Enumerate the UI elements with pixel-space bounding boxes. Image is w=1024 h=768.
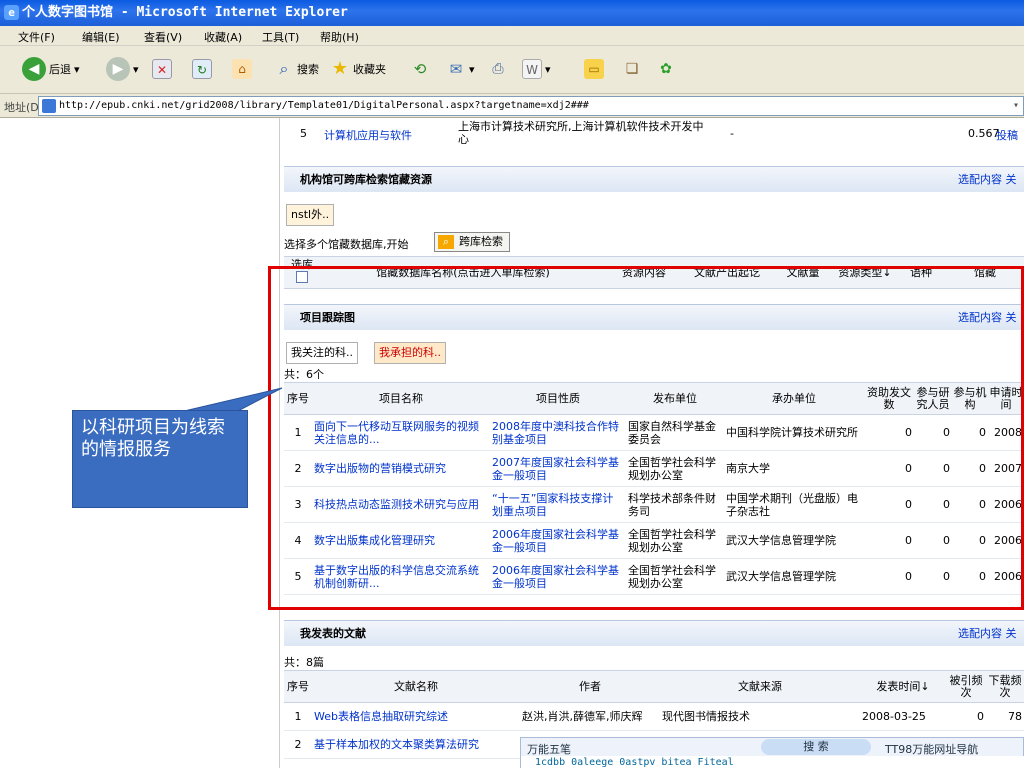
ime-nav-link[interactable]: TT98万能网址导航 [885,741,978,757]
ime-search-button[interactable]: 搜 索 [761,739,871,755]
ime-name: 万能五笔 [527,743,571,756]
callout-annotation: 以科研项目为线索的情报服务 [72,410,248,508]
ime-toolbar: 万能五笔 搜 索 TT98万能网址导航 1cdbb 0aleege 0astpv… [520,737,1024,768]
callout-pointer [179,387,283,413]
ime-candidates: 1cdbb 0aleege 0astpv bitea Fiteal [521,756,1024,768]
